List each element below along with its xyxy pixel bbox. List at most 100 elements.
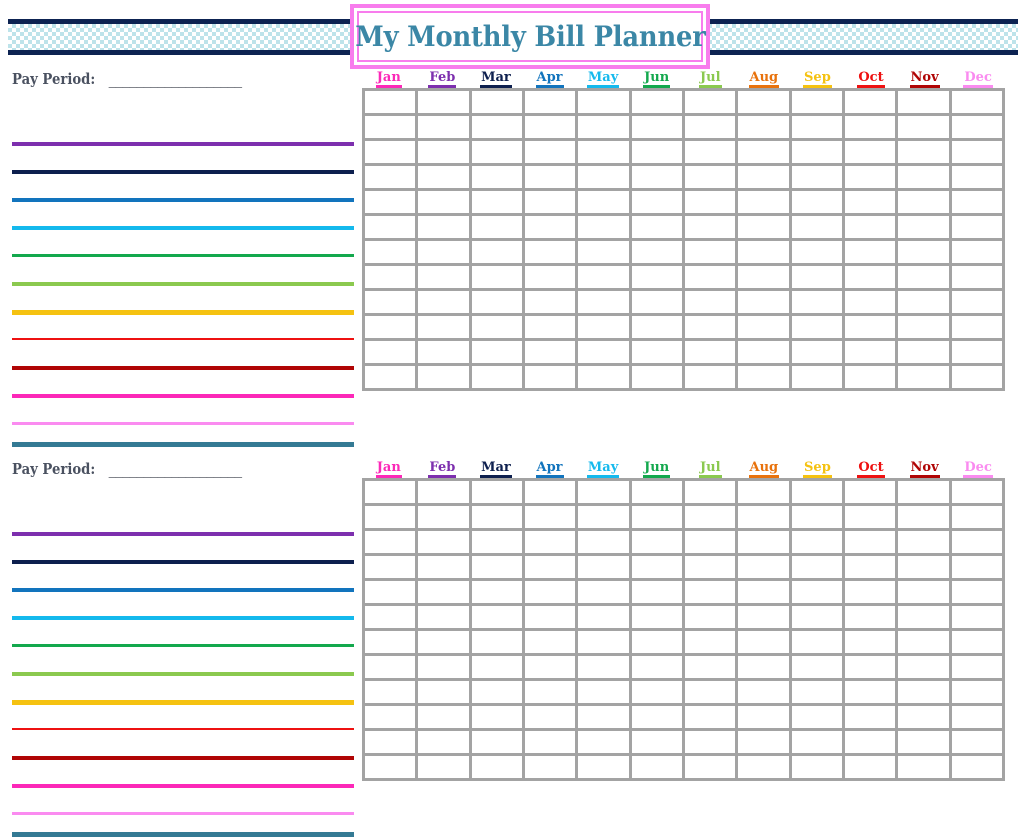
grid-cell-aug-11[interactable] bbox=[735, 338, 792, 366]
grid-cell-mar-1[interactable] bbox=[468, 478, 525, 506]
grid-cell-jun-12[interactable] bbox=[628, 363, 685, 391]
grid-cell-oct-8[interactable] bbox=[841, 653, 899, 681]
bill-entry-line-7[interactable] bbox=[12, 310, 354, 315]
grid-cell-apr-9[interactable] bbox=[521, 678, 579, 706]
grid-cell-jul-8[interactable] bbox=[681, 263, 739, 291]
grid-cell-jul-11[interactable] bbox=[681, 338, 739, 366]
grid-cell-mar-8[interactable] bbox=[468, 653, 525, 681]
bill-entry-line-2[interactable] bbox=[12, 560, 354, 564]
grid-cell-sep-8[interactable] bbox=[788, 263, 845, 291]
grid-cell-sep-1[interactable] bbox=[788, 478, 845, 506]
grid-cell-feb-10[interactable] bbox=[415, 703, 472, 731]
bill-entry-line-10[interactable] bbox=[12, 784, 354, 788]
grid-cell-jul-6[interactable] bbox=[681, 603, 739, 631]
grid-cell-aug-6[interactable] bbox=[735, 603, 792, 631]
grid-cell-jul-5[interactable] bbox=[681, 188, 739, 216]
grid-cell-jul-7[interactable] bbox=[681, 238, 739, 266]
grid-cell-nov-4[interactable] bbox=[895, 163, 952, 191]
grid-cell-jun-3[interactable] bbox=[628, 138, 685, 166]
grid-cell-mar-2[interactable] bbox=[468, 503, 525, 531]
grid-cell-feb-9[interactable] bbox=[415, 678, 472, 706]
grid-cell-oct-9[interactable] bbox=[841, 288, 899, 316]
grid-cell-aug-8[interactable] bbox=[735, 653, 792, 681]
grid-cell-aug-10[interactable] bbox=[735, 313, 792, 341]
grid-cell-dec-4[interactable] bbox=[948, 553, 1006, 581]
grid-cell-oct-8[interactable] bbox=[841, 263, 899, 291]
grid-cell-sep-2[interactable] bbox=[788, 503, 845, 531]
bill-entry-line-1[interactable] bbox=[12, 142, 354, 146]
grid-cell-jun-9[interactable] bbox=[628, 288, 685, 316]
grid-cell-jan-10[interactable] bbox=[361, 703, 419, 731]
grid-cell-jan-6[interactable] bbox=[361, 213, 419, 241]
grid-cell-mar-2[interactable] bbox=[468, 113, 525, 141]
grid-cell-jan-12[interactable] bbox=[361, 753, 419, 781]
grid-cell-jul-4[interactable] bbox=[681, 163, 739, 191]
grid-cell-aug-4[interactable] bbox=[735, 553, 792, 581]
grid-cell-may-3[interactable] bbox=[575, 138, 632, 166]
grid-cell-jan-8[interactable] bbox=[361, 263, 419, 291]
grid-cell-jul-3[interactable] bbox=[681, 138, 739, 166]
grid-cell-oct-12[interactable] bbox=[841, 753, 899, 781]
bill-entry-line-7[interactable] bbox=[12, 700, 354, 705]
grid-cell-aug-2[interactable] bbox=[735, 113, 792, 141]
grid-cell-dec-1[interactable] bbox=[948, 478, 1006, 506]
grid-cell-dec-6[interactable] bbox=[948, 213, 1006, 241]
grid-cell-apr-2[interactable] bbox=[521, 113, 579, 141]
grid-cell-sep-12[interactable] bbox=[788, 363, 845, 391]
grid-cell-sep-9[interactable] bbox=[788, 678, 845, 706]
grid-cell-feb-2[interactable] bbox=[415, 113, 472, 141]
grid-cell-mar-3[interactable] bbox=[468, 138, 525, 166]
grid-cell-oct-4[interactable] bbox=[841, 163, 899, 191]
grid-cell-aug-4[interactable] bbox=[735, 163, 792, 191]
grid-cell-oct-10[interactable] bbox=[841, 313, 899, 341]
grid-cell-may-1[interactable] bbox=[575, 478, 632, 506]
grid-cell-oct-5[interactable] bbox=[841, 188, 899, 216]
grid-cell-mar-11[interactable] bbox=[468, 338, 525, 366]
grid-cell-jul-9[interactable] bbox=[681, 678, 739, 706]
grid-cell-mar-12[interactable] bbox=[468, 363, 525, 391]
grid-cell-mar-7[interactable] bbox=[468, 628, 525, 656]
grid-cell-apr-6[interactable] bbox=[521, 603, 579, 631]
grid-cell-oct-3[interactable] bbox=[841, 528, 899, 556]
grid-cell-sep-4[interactable] bbox=[788, 163, 845, 191]
grid-cell-feb-3[interactable] bbox=[415, 138, 472, 166]
grid-cell-nov-12[interactable] bbox=[895, 363, 952, 391]
bill-entry-line-11[interactable] bbox=[12, 812, 354, 815]
grid-cell-jul-7[interactable] bbox=[681, 628, 739, 656]
grid-cell-jun-10[interactable] bbox=[628, 703, 685, 731]
grid-cell-jan-7[interactable] bbox=[361, 238, 419, 266]
grid-cell-feb-10[interactable] bbox=[415, 313, 472, 341]
grid-cell-nov-2[interactable] bbox=[895, 113, 952, 141]
grid-cell-feb-11[interactable] bbox=[415, 728, 472, 756]
month-grid-2[interactable] bbox=[361, 478, 1006, 781]
grid-cell-sep-10[interactable] bbox=[788, 313, 845, 341]
grid-cell-dec-12[interactable] bbox=[948, 363, 1006, 391]
grid-cell-oct-11[interactable] bbox=[841, 338, 899, 366]
grid-cell-feb-8[interactable] bbox=[415, 263, 472, 291]
grid-cell-apr-4[interactable] bbox=[521, 553, 579, 581]
grid-cell-apr-9[interactable] bbox=[521, 288, 579, 316]
grid-cell-dec-7[interactable] bbox=[948, 628, 1006, 656]
grid-cell-sep-9[interactable] bbox=[788, 288, 845, 316]
grid-cell-oct-1[interactable] bbox=[841, 478, 899, 506]
grid-cell-oct-6[interactable] bbox=[841, 213, 899, 241]
grid-cell-dec-8[interactable] bbox=[948, 653, 1006, 681]
grid-cell-may-11[interactable] bbox=[575, 338, 632, 366]
grid-cell-apr-10[interactable] bbox=[521, 703, 579, 731]
grid-cell-jul-12[interactable] bbox=[681, 753, 739, 781]
grid-cell-jan-4[interactable] bbox=[361, 163, 419, 191]
month-grid-1[interactable] bbox=[361, 88, 1006, 391]
bill-entry-line-5[interactable] bbox=[12, 254, 354, 257]
grid-cell-jul-10[interactable] bbox=[681, 313, 739, 341]
bill-entry-line-1[interactable] bbox=[12, 532, 354, 536]
grid-cell-nov-2[interactable] bbox=[895, 503, 952, 531]
bill-entry-line-6[interactable] bbox=[12, 672, 354, 676]
grid-cell-mar-12[interactable] bbox=[468, 753, 525, 781]
grid-cell-feb-11[interactable] bbox=[415, 338, 472, 366]
grid-cell-apr-7[interactable] bbox=[521, 628, 579, 656]
grid-cell-apr-1[interactable] bbox=[521, 88, 579, 116]
grid-cell-jun-11[interactable] bbox=[628, 728, 685, 756]
grid-cell-jul-8[interactable] bbox=[681, 653, 739, 681]
grid-cell-mar-10[interactable] bbox=[468, 313, 525, 341]
grid-cell-apr-11[interactable] bbox=[521, 728, 579, 756]
